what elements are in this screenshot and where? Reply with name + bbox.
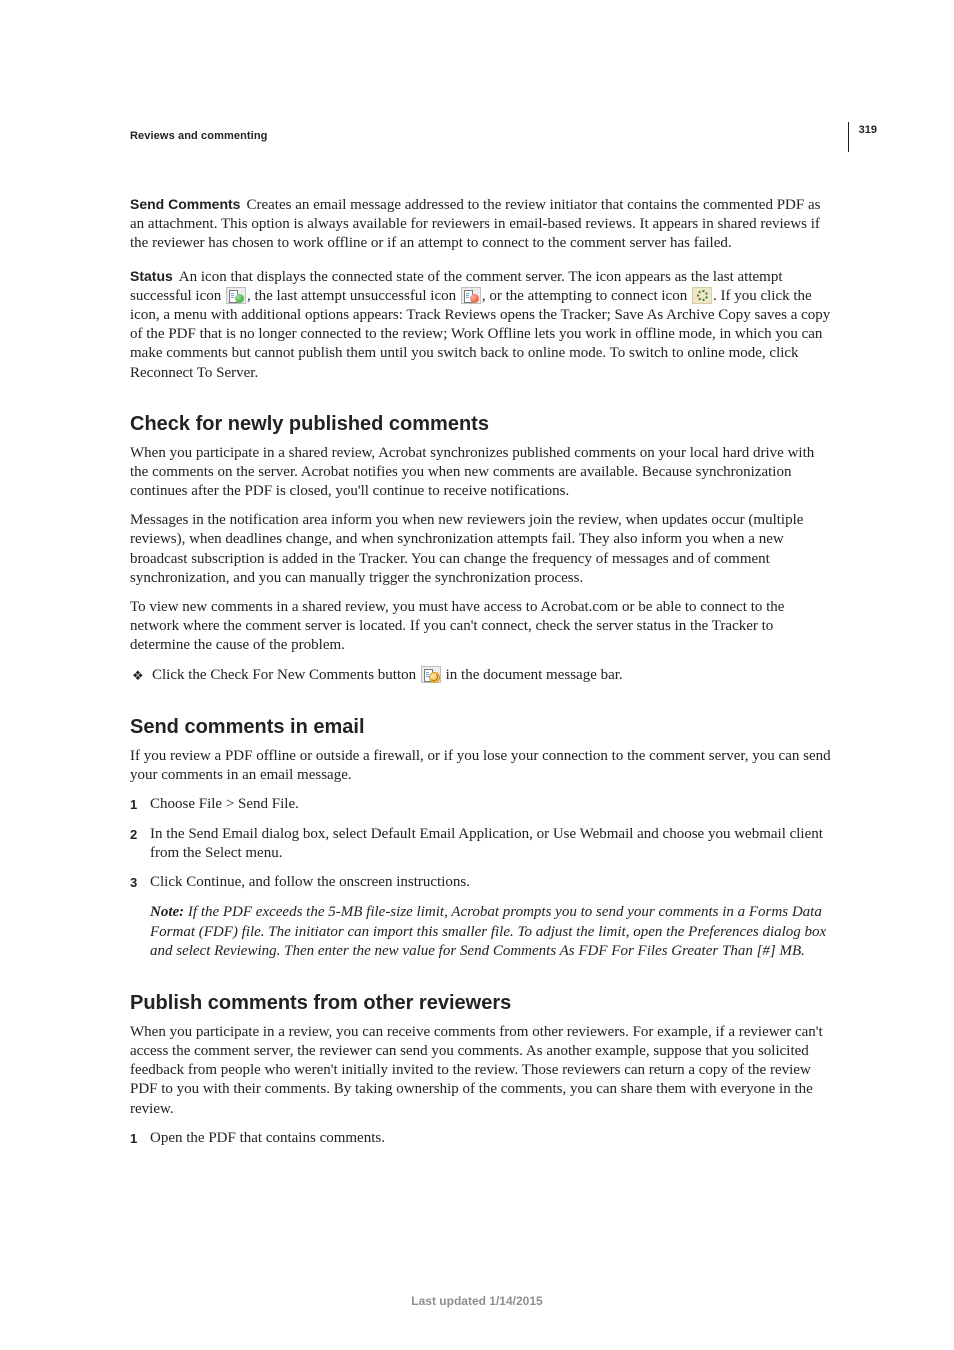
chapter-title: Reviews and commenting [130,130,844,142]
check-new-comments-icon [421,666,441,683]
check-bullet-before: Click the Check For New Comments button [152,667,420,683]
check-bullet-after: in the document message bar. [442,667,623,683]
step-number-2: 2 [130,825,150,845]
send-intro: If you review a PDF offline or outside a… [130,747,836,785]
send-step-1-text: Choose File > Send File. [150,795,836,814]
send-note: Note: If the PDF exceeds the 5-MB file-s… [150,903,836,962]
publish-step-number-1: 1 [130,1129,150,1149]
check-bullet-body: Click the Check For New Comments button … [152,666,836,685]
page-number: 319 [859,124,877,136]
publish-p1: When you participate in a review, you ca… [130,1023,836,1119]
page-number-area: 319 [848,122,877,152]
definition-status: StatusAn icon that displays the connecte… [130,268,836,383]
publish-step-1-text: Open the PDF that contains comments. [150,1129,836,1148]
check-p3: To view new comments in a shared review,… [130,598,836,656]
step-number-1: 1 [130,795,150,815]
term-status: Status [130,268,173,284]
status-fail-icon [461,287,481,304]
publish-step-1: 1 Open the PDF that contains comments. [130,1129,836,1149]
status-connecting-icon [692,287,712,304]
status-text-2: , the last attempt unsuccessful icon [247,288,460,304]
bullet-icon: ❖ [130,666,152,686]
check-bullet-row: ❖ Click the Check For New Comments butto… [130,666,836,686]
note-label: Note: [150,904,188,920]
step-number-3: 3 [130,873,150,893]
heading-send-email: Send comments in email [130,716,836,739]
check-p1: When you participate in a shared review,… [130,444,836,502]
heading-check-comments: Check for newly published comments [130,413,836,436]
send-step-3-text: Click Continue, and follow the onscreen … [150,873,836,892]
status-success-icon [226,287,246,304]
send-step-1: 1 Choose File > Send File. [130,795,836,815]
heading-publish: Publish comments from other reviewers [130,992,836,1015]
page: 319 Reviews and commenting Send Comments… [0,0,954,1350]
send-step-3: 3 Click Continue, and follow the onscree… [130,873,836,893]
status-text-3: , or the attempting to connect icon [482,288,691,304]
content: Send CommentsCreates an email message ad… [130,196,836,1149]
definition-send-comments: Send CommentsCreates an email message ad… [130,196,836,254]
term-send-comments: Send Comments [130,196,240,212]
check-p2: Messages in the notification area inform… [130,511,836,588]
footer-last-updated: Last updated 1/14/2015 [0,1294,954,1308]
send-step-2-text: In the Send Email dialog box, select Def… [150,825,836,863]
note-text: If the PDF exceeds the 5-MB file-size li… [150,904,826,959]
send-step-2: 2 In the Send Email dialog box, select D… [130,825,836,863]
